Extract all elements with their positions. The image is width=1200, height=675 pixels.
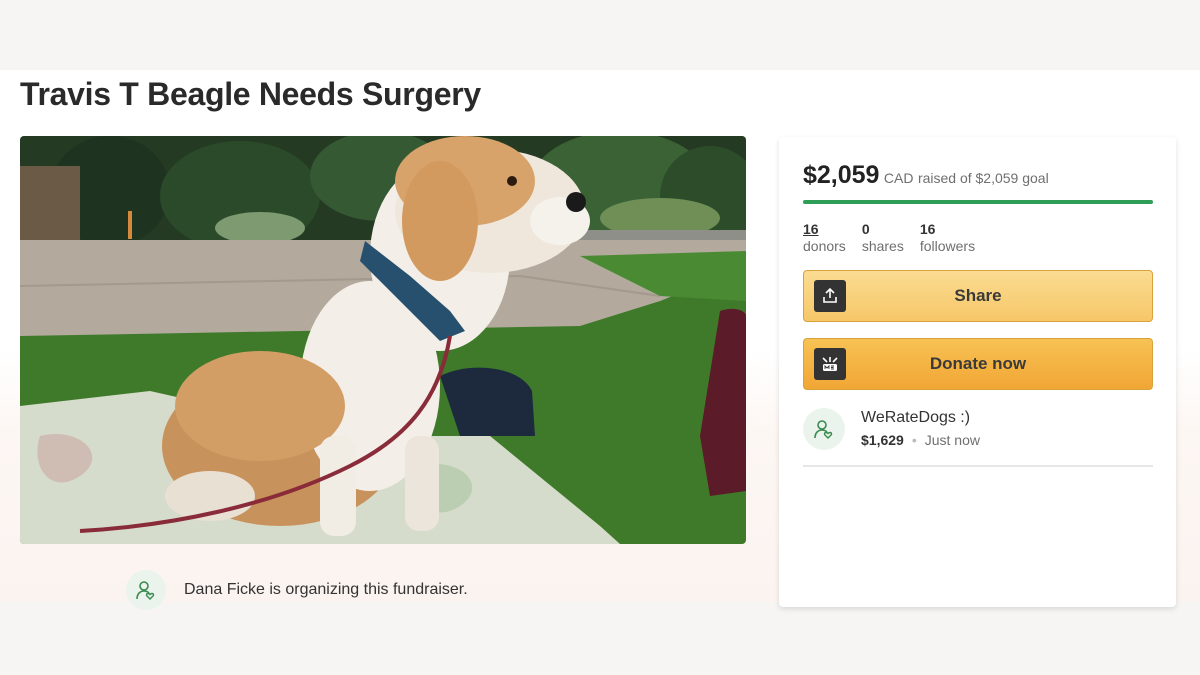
separator-dot: • — [911, 432, 917, 448]
stat-shares-label: shares — [861, 238, 904, 254]
donation-sidebar: $2,059 CAD raised of $2,059 goal 16 dono… — [779, 137, 1176, 607]
stat-followers: 16 followers — [920, 221, 975, 255]
campaign-photo — [20, 136, 746, 544]
beagle-photo — [20, 136, 746, 544]
stat-donors-value[interactable]: 16 — [803, 221, 846, 238]
stat-shares: 0 shares — [862, 221, 904, 255]
upload-icon — [814, 280, 846, 312]
donate-button-label: Donate now — [929, 354, 1027, 373]
amount-raised: $2,059 CAD raised of $2,059 goal — [803, 161, 1049, 190]
divider — [803, 465, 1153, 467]
page-title: Travis T Beagle Needs Surgery — [20, 76, 481, 112]
donation-amount: $1,629 — [861, 432, 904, 448]
stat-followers-label: followers — [919, 238, 976, 254]
progress-fill — [803, 200, 1153, 204]
share-button[interactable]: Share — [803, 270, 1153, 322]
stat-shares-value: 0 — [861, 221, 870, 237]
raised-amount: $2,059 — [803, 161, 880, 189]
donate-now-button[interactable]: Donate now — [803, 338, 1153, 390]
user-heart-icon — [136, 581, 155, 600]
raised-goal-text: raised of $2,059 goal — [917, 170, 1049, 186]
raised-currency: CAD — [883, 170, 914, 186]
organizer-text: Dana Ficke is organizing this fundraiser… — [184, 581, 468, 598]
stat-followers-value: 16 — [919, 221, 936, 237]
donation-time: Just now — [924, 432, 980, 448]
share-button-label: Share — [954, 286, 1002, 305]
gofundme-logo-icon — [814, 348, 846, 380]
campaign-stats: 16 donors 0 shares 16 followers — [803, 221, 975, 255]
recent-donation: WeRateDogs :) $1,629 • Just now — [803, 407, 980, 451]
organizer-avatar — [126, 570, 166, 610]
organizer-row: Dana Ficke is organizing this fundraiser… — [126, 570, 468, 610]
stat-donors[interactable]: 16 donors — [803, 221, 846, 255]
user-heart-icon — [814, 420, 833, 439]
donor-avatar — [803, 408, 845, 450]
donation-info: WeRateDogs :) $1,629 • Just now — [861, 407, 980, 451]
stat-donors-label: donors — [803, 238, 846, 254]
donor-name: WeRateDogs :) — [861, 409, 971, 426]
progress-bar — [803, 200, 1153, 204]
donation-meta: $1,629 • Just now — [861, 429, 980, 451]
